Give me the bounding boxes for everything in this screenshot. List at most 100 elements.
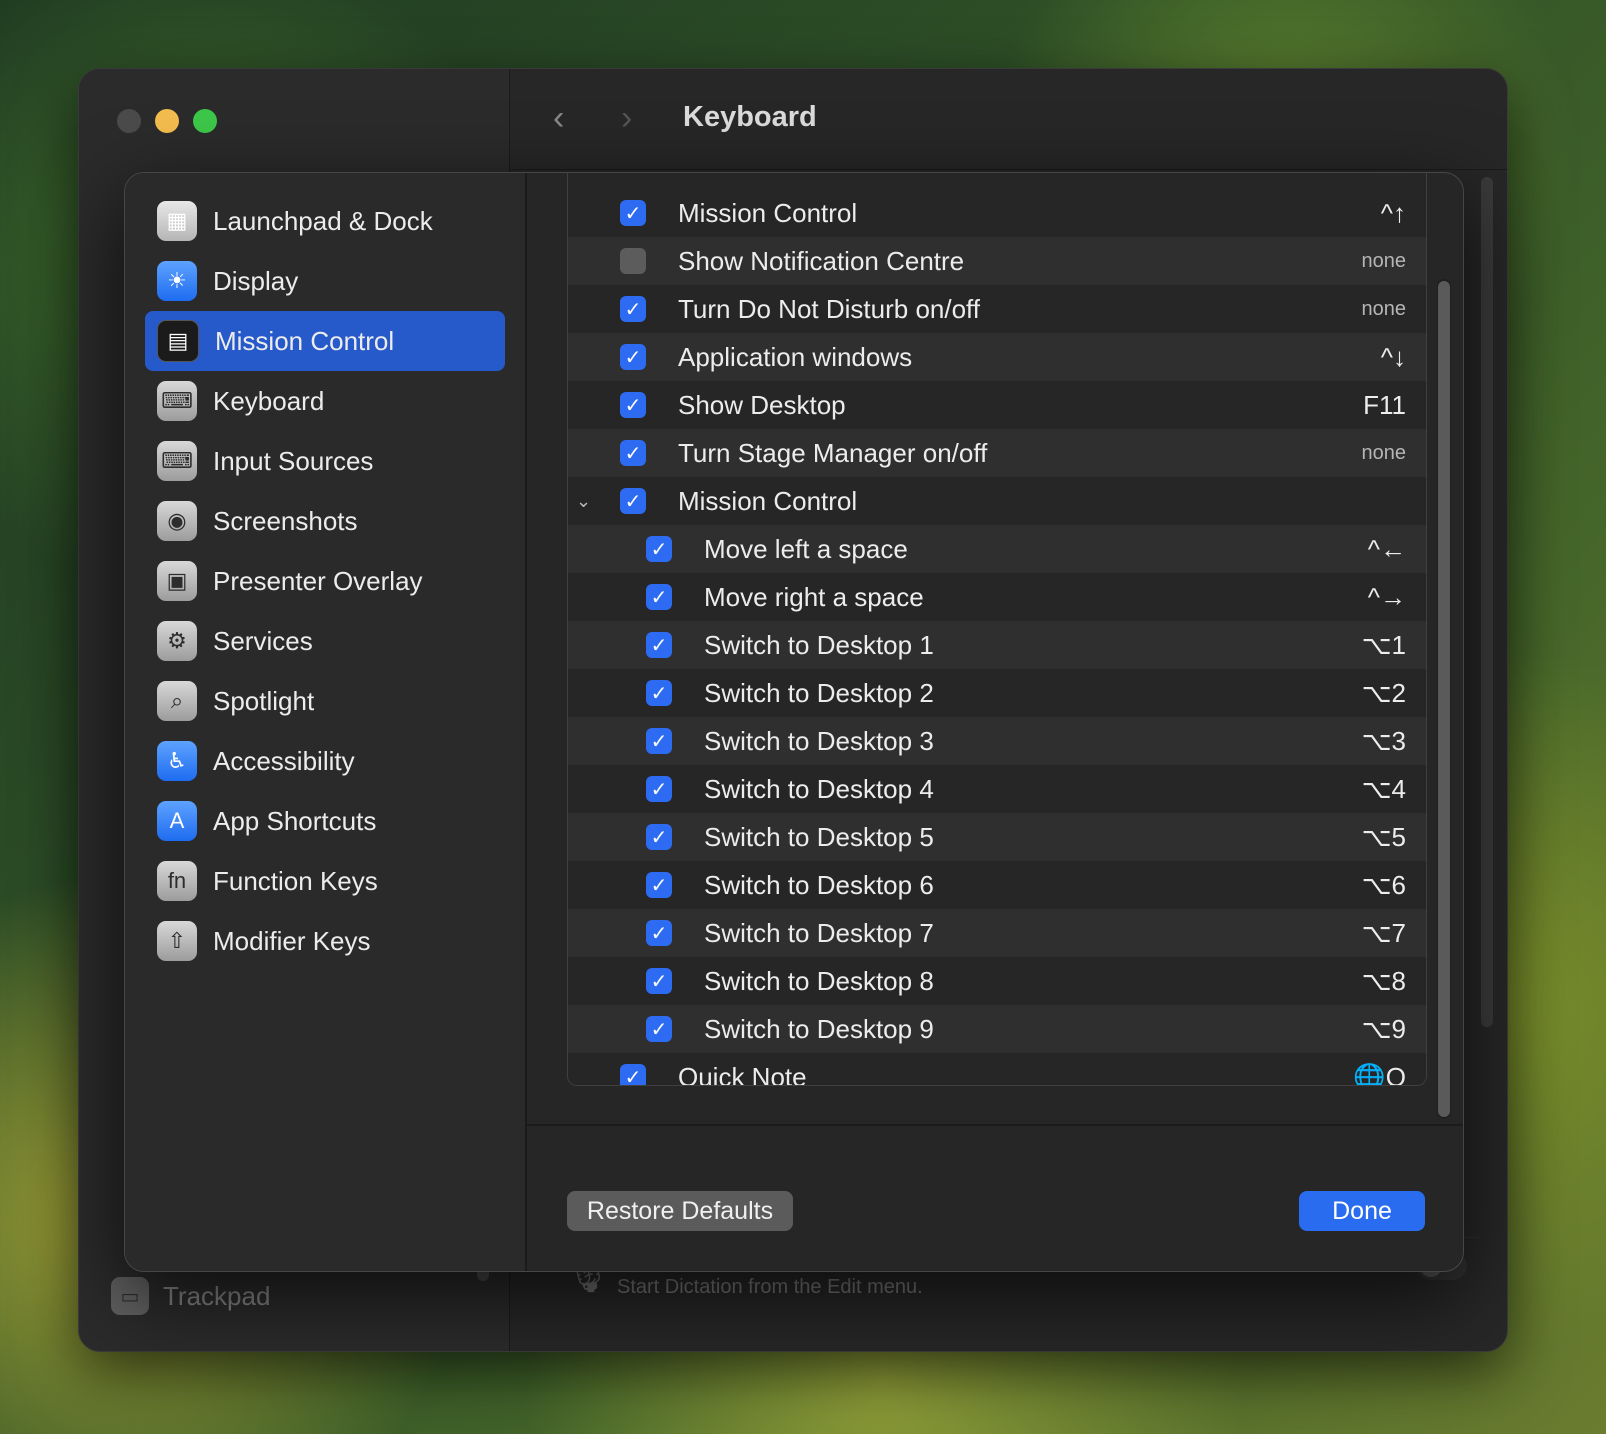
sidebar-item-label: App Shortcuts [213,805,377,836]
sidebar-item-label: Display [213,265,299,296]
checkbox-checked[interactable]: ✓ [646,728,672,754]
sidebar-item-accessibility[interactable]: ♿ Accessibility [145,731,505,791]
shortcut-row[interactable]: Show Notification Centre none [568,237,1426,285]
shortcut-label: Switch to Desktop 8 [704,965,934,996]
shortcut-label: Move right a space [704,581,924,612]
shortcut-key[interactable]: ⌥2 [1362,678,1406,709]
shortcut-key[interactable]: 🌐Q [1353,1062,1406,1086]
page-title: Keyboard [683,101,817,133]
shortcut-row[interactable]: ⌄ ✓ Mission Control [568,477,1426,525]
shortcut-row[interactable]: ✓ Move right a space ^→ [568,573,1426,621]
checkbox-checked[interactable]: ✓ [646,1016,672,1042]
close-button[interactable] [117,109,141,133]
shortcut-key[interactable]: ⌥1 [1362,630,1406,661]
shortcut-row[interactable]: ✓ Switch to Desktop 9 ⌥9 [568,1005,1426,1053]
sidebar-item-display[interactable]: ☀ Display [145,251,505,311]
checkbox-unchecked[interactable] [620,248,646,274]
sidebar-item-spotlight[interactable]: ⌕ Spotlight [145,671,505,731]
shortcut-key[interactable]: ^↑ [1381,198,1406,229]
sidebar-item-label: Screenshots [213,505,358,536]
shortcut-label: Turn Stage Manager on/off [678,437,988,468]
shortcut-row[interactable]: ✓ Switch to Desktop 8 ⌥8 [568,957,1426,1005]
shortcut-row[interactable]: ✓ Switch to Desktop 5 ⌥5 [568,813,1426,861]
shortcuts-content: ✓ Mission Control ^↑ Show Notification Cent… [527,173,1463,1271]
checkbox-checked[interactable]: ✓ [620,296,646,322]
shortcut-key[interactable]: ^← [1368,534,1406,565]
sidebar-item-keyboard[interactable]: ⌨ Keyboard [145,371,505,431]
shortcuts-category-sidebar: ▦ Launchpad & Dock ☀ Display ▤ Mission Contro… [125,173,527,1271]
shortcuts-scroll-thumb[interactable] [1438,281,1450,1117]
shortcut-label: Mission Control [678,197,858,228]
shortcut-row[interactable]: ✓ Switch to Desktop 4 ⌥4 [568,765,1426,813]
shortcut-row[interactable]: ✓ Turn Stage Manager on/off none [568,429,1426,477]
sidebar-item-function-keys[interactable]: fn Function Keys [145,851,505,911]
sidebar-item-mission-control[interactable]: ▤ Mission Control [145,311,505,371]
shortcut-row[interactable]: ✓ Quick Note 🌐Q [568,1053,1426,1086]
checkbox-checked[interactable]: ✓ [646,632,672,658]
app-shortcuts-icon: A [157,801,197,841]
shortcut-row[interactable]: ✓ Show Desktop F11 [568,381,1426,429]
checkbox-checked[interactable]: ✓ [646,776,672,802]
shortcut-key[interactable]: ⌥8 [1362,966,1406,997]
shortcut-key[interactable]: ⌥4 [1362,774,1406,805]
back-arrow-icon[interactable]: ‹ [553,99,564,138]
checkbox-checked[interactable]: ✓ [620,392,646,418]
sidebar-item-label: Presenter Overlay [213,565,423,596]
checkbox-checked[interactable]: ✓ [620,200,646,226]
checkbox-checked[interactable]: ✓ [620,344,646,370]
shortcut-key[interactable]: ^↓ [1381,342,1406,373]
shortcut-key[interactable]: none [1362,298,1407,321]
done-button[interactable]: Done [1299,1191,1425,1231]
sidebar-item-services[interactable]: ⚙ Services [145,611,505,671]
shortcut-row[interactable]: ✓ Turn Do Not Disturb on/off none [568,285,1426,333]
checkbox-checked[interactable]: ✓ [620,440,646,466]
sidebar-item-trackpad[interactable]: ▭ Trackpad [111,1277,270,1315]
shortcut-key[interactable]: ^→ [1368,582,1406,613]
checkbox-checked[interactable]: ✓ [646,920,672,946]
shortcut-key[interactable]: ⌥3 [1362,726,1406,757]
sidebar-item-presenter-overlay[interactable]: ▣ Presenter Overlay [145,551,505,611]
accessibility-icon: ♿ [157,741,197,781]
forward-arrow-icon[interactable]: › [621,99,632,138]
sidebar-item-app-shortcuts[interactable]: A App Shortcuts [145,791,505,851]
window-controls [117,109,217,133]
checkbox-checked[interactable]: ✓ [646,824,672,850]
shortcut-row[interactable]: ✓ Switch to Desktop 1 ⌥1 [568,621,1426,669]
sidebar-item-modifier-keys[interactable]: ⇧ Modifier Keys [145,911,505,971]
shortcut-key[interactable]: ⌥6 [1362,870,1406,901]
function-keys-icon: fn [157,861,197,901]
minimize-button[interactable] [155,109,179,133]
shortcut-key[interactable]: ⌥5 [1362,822,1406,853]
shortcut-row[interactable]: ✓ Application windows ^↓ [568,333,1426,381]
checkbox-checked[interactable]: ✓ [646,680,672,706]
shortcut-row[interactable]: ✓ Switch to Desktop 7 ⌥7 [568,909,1426,957]
zoom-button[interactable] [193,109,217,133]
trackpad-icon: ▭ [111,1277,149,1315]
shortcut-key[interactable]: F11 [1363,390,1406,421]
sidebar-item-launchpad[interactable]: ▦ Launchpad & Dock [145,191,505,251]
shortcut-key[interactable]: none [1362,250,1407,273]
spotlight-icon: ⌕ [157,681,197,721]
checkbox-checked[interactable]: ✓ [620,488,646,514]
checkbox-checked[interactable]: ✓ [646,536,672,562]
shortcut-key[interactable]: ⌥7 [1362,918,1406,949]
sidebar-item-label: Mission Control [215,325,395,356]
shortcut-key[interactable]: none [1362,442,1407,465]
restore-defaults-button[interactable]: Restore Defaults [567,1191,793,1231]
checkbox-checked[interactable]: ✓ [646,968,672,994]
shortcut-row[interactable]: ✓ Switch to Desktop 3 ⌥3 [568,717,1426,765]
sidebar-item-label: Spotlight [213,685,315,716]
shortcut-row[interactable]: ✓ Move left a space ^← [568,525,1426,573]
checkbox-checked[interactable]: ✓ [646,584,672,610]
checkbox-checked[interactable]: ✓ [646,872,672,898]
shortcut-row[interactable]: ✓ Switch to Desktop 6 ⌥6 [568,861,1426,909]
sidebar-item-input-sources[interactable]: ⌨ Input Sources [145,431,505,491]
shortcut-row[interactable]: ✓ Switch to Desktop 2 ⌥2 [568,669,1426,717]
shortcut-row[interactable]: ✓ Mission Control ^↑ [568,189,1426,237]
content-scrollbar[interactable] [1481,177,1493,1027]
shortcut-key[interactable]: ⌥9 [1362,1014,1406,1045]
sidebar-item-screenshots[interactable]: ◉ Screenshots [145,491,505,551]
checkbox-checked[interactable]: ✓ [620,1064,646,1085]
disclosure-chevron-icon[interactable]: ⌄ [576,491,591,512]
shortcut-label: Switch to Desktop 2 [704,677,934,708]
